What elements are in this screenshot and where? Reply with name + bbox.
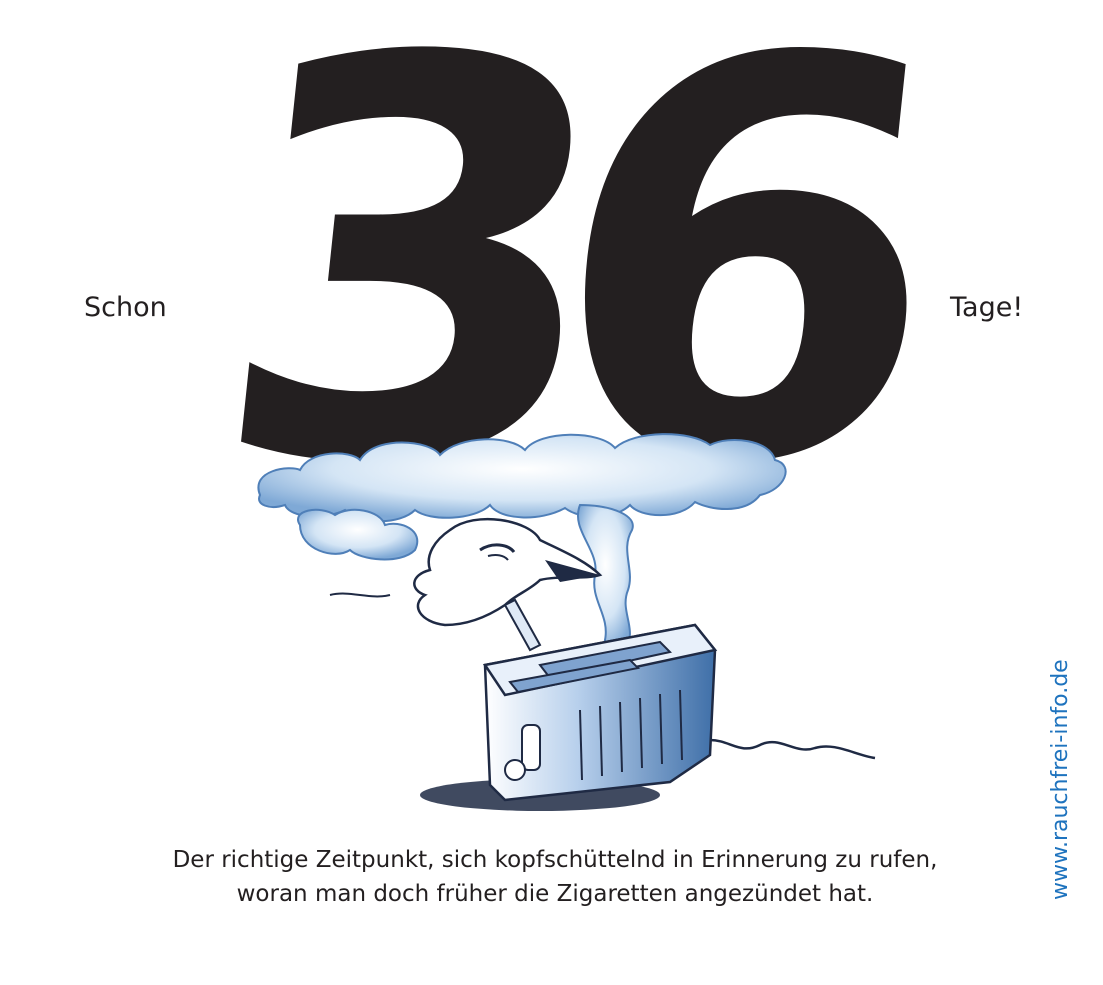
caption-line-1: Der richtige Zeitpunkt, sich kopfschütte… (172, 847, 938, 873)
caption-line-2: woran man doch früher die Zigaretten ang… (236, 881, 874, 907)
toaster-illustration (257, 433, 876, 811)
caption: Der richtige Zeitpunkt, sich kopfschütte… (100, 843, 1010, 911)
prefix-text: Schon (84, 292, 167, 323)
power-cord-icon (709, 738, 876, 760)
toaster-icon (420, 623, 718, 811)
suffix-text: Tage! (950, 292, 1024, 323)
website-link[interactable]: www.rauchfrei-info.de (1048, 659, 1073, 900)
